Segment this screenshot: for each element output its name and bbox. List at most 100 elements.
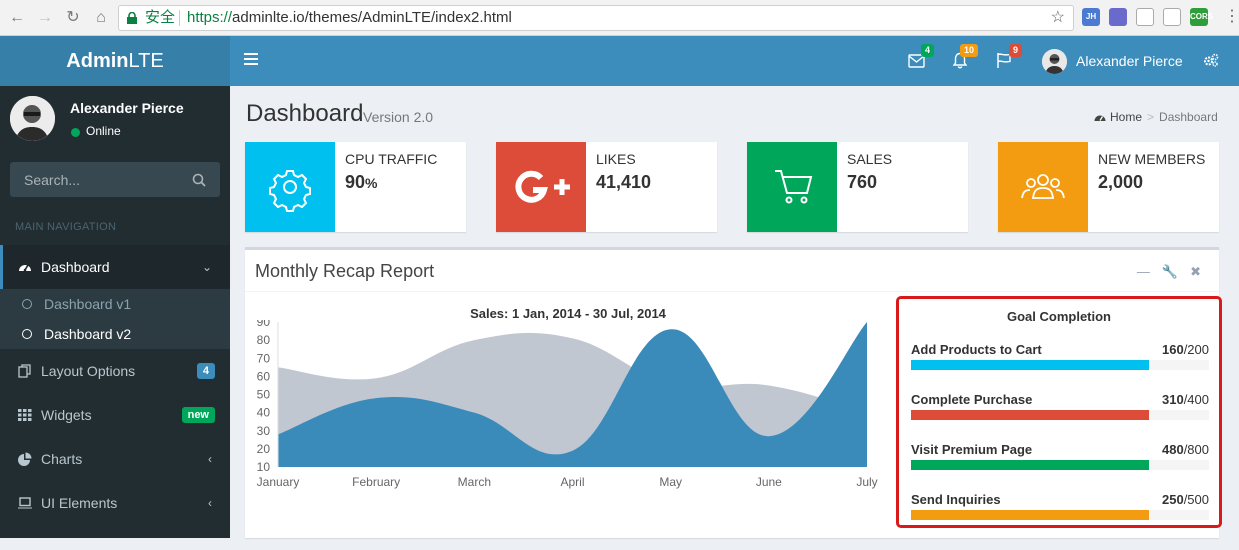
sidebar-item-widgets[interactable]: Widgets new bbox=[0, 393, 230, 437]
sidebar-item-charts[interactable]: Charts ‹ bbox=[0, 437, 230, 481]
info-box-label: CPU TRAFFIC bbox=[345, 151, 438, 167]
sidebar-item-ui-elements[interactable]: UI Elements ‹ bbox=[0, 481, 230, 525]
sidebar-toggle-icon[interactable] bbox=[244, 53, 258, 65]
progress-track bbox=[911, 460, 1209, 470]
browser-menu-icon[interactable]: ⋮ bbox=[1224, 8, 1239, 26]
progress-number: 310/400 bbox=[1161, 392, 1209, 407]
chart-title: Sales: 1 Jan, 2014 - 30 Jul, 2014 bbox=[470, 306, 666, 321]
react-devtools-icon[interactable] bbox=[1136, 8, 1154, 26]
tasks-button[interactable]: 9 bbox=[996, 44, 1022, 70]
sidebar-item-layout-options[interactable]: Layout Options 4 bbox=[0, 349, 230, 393]
x-tick-label: April bbox=[560, 475, 584, 489]
y-tick-label: 40 bbox=[257, 406, 271, 420]
sidebar-search-input[interactable] bbox=[10, 162, 190, 197]
info-box-cpu-traffic: CPU TRAFFIC 90% bbox=[245, 142, 466, 232]
y-tick-label: 80 bbox=[257, 333, 271, 347]
qr-code-icon[interactable] bbox=[1163, 8, 1181, 26]
chevron-left-icon: ‹ bbox=[208, 452, 212, 466]
progress-label: Add Products to Cart bbox=[911, 342, 1042, 357]
close-icon[interactable]: ✖ bbox=[1190, 264, 1201, 279]
layout-options-badge: 4 bbox=[196, 363, 215, 379]
messages-button[interactable]: 4 bbox=[908, 44, 934, 70]
info-box-label: LIKES bbox=[596, 151, 636, 167]
progress-track bbox=[911, 410, 1209, 420]
main-sidebar: Alexander Pierce Online MAIN NAVIGATION … bbox=[0, 86, 230, 538]
widgets-badge: new bbox=[181, 407, 215, 423]
sidebar-avatar bbox=[10, 96, 55, 141]
info-box-new-members: NEW MEMBERS 2,000 bbox=[998, 142, 1219, 232]
google-plus-icon bbox=[496, 142, 586, 232]
collapse-icon[interactable]: — bbox=[1137, 264, 1150, 279]
sidebar-search bbox=[10, 162, 220, 197]
address-bar[interactable]: 安全 https://adminlte.io/themes/AdminLTE/i… bbox=[118, 5, 1074, 31]
chevron-left-icon: ‹ bbox=[208, 496, 212, 510]
wrench-icon[interactable]: 🔧 bbox=[1162, 264, 1178, 279]
gear-icon bbox=[245, 142, 335, 232]
breadcrumb-home-link[interactable]: Home bbox=[1110, 110, 1142, 124]
y-tick-label: 70 bbox=[257, 351, 271, 365]
search-icon[interactable] bbox=[192, 173, 206, 187]
box-tools: — 🔧 ✖ bbox=[1125, 264, 1201, 280]
x-tick-label: February bbox=[352, 475, 400, 489]
y-tick-label: 20 bbox=[257, 442, 271, 456]
info-box-value: 2,000 bbox=[1098, 172, 1144, 192]
sales-area-chart: 10 20 30 40 50 60 70 80 90 January February March Ap… bbox=[257, 320, 878, 489]
monthly-recap-box: Monthly Recap Report — 🔧 ✖ Sales: 1 Jan, 2… bbox=[245, 247, 1222, 538]
reload-icon[interactable]: ↻ bbox=[62, 7, 84, 29]
dashboard-icon bbox=[1094, 115, 1106, 121]
progress-bar bbox=[911, 410, 1150, 420]
y-tick-label: 10 bbox=[257, 460, 271, 474]
forward-arrow-icon[interactable]: → bbox=[34, 7, 56, 29]
online-status-icon bbox=[71, 128, 80, 137]
info-box-sales: SALES 760 bbox=[747, 142, 968, 232]
sidebar-item-dashboard-v1[interactable]: Dashboard v1 bbox=[0, 289, 230, 319]
user-panel: Alexander Pierce Online bbox=[0, 86, 230, 156]
info-box-label: SALES bbox=[847, 151, 893, 167]
chevron-down-icon: ⌄ bbox=[201, 260, 212, 274]
progress-number: 250/500 bbox=[1161, 492, 1209, 507]
progress-bar bbox=[911, 360, 1150, 370]
shopping-cart-icon bbox=[747, 142, 837, 232]
progress-track bbox=[911, 360, 1209, 370]
goal-completion-title: Goal Completion bbox=[1007, 309, 1111, 324]
extension-icon-2[interactable] bbox=[1109, 8, 1127, 26]
back-arrow-icon[interactable]: ← bbox=[6, 7, 28, 29]
progress-bar bbox=[911, 460, 1150, 470]
breadcrumb-current: Dashboard bbox=[1159, 110, 1218, 124]
sidebar-item-label: Dashboard bbox=[41, 259, 110, 275]
header-user-name[interactable]: Alexander Pierce bbox=[1076, 53, 1183, 69]
progress-bar bbox=[911, 510, 1150, 520]
home-icon[interactable]: ⌂ bbox=[90, 7, 112, 29]
circle-icon bbox=[22, 299, 32, 309]
files-icon bbox=[18, 364, 31, 378]
sidebar-item-dashboard-v2[interactable]: Dashboard v2 bbox=[0, 319, 230, 349]
secure-label: 安全 bbox=[145, 9, 176, 26]
jh-extension-icon[interactable]: JH bbox=[1082, 8, 1100, 26]
tasks-badge: 9 bbox=[1008, 44, 1022, 57]
sidebar-item-dashboard[interactable]: Dashboard ⌄ bbox=[0, 245, 230, 289]
y-tick-label: 50 bbox=[257, 388, 271, 402]
gears-icon bbox=[1204, 53, 1219, 67]
messages-badge: 4 bbox=[920, 44, 934, 57]
browser-chrome: ← → ↻ ⌂ 安全 https://adminlte.io/themes/Ad… bbox=[0, 0, 1239, 36]
notifications-badge: 10 bbox=[959, 44, 978, 57]
control-sidebar-button[interactable] bbox=[1203, 53, 1219, 70]
progress-label: Visit Premium Page bbox=[911, 442, 1033, 457]
x-tick-label: June bbox=[756, 475, 782, 489]
notifications-button[interactable]: 10 bbox=[952, 44, 978, 70]
info-box-value: 90% bbox=[345, 172, 378, 192]
y-tick-label: 60 bbox=[257, 369, 271, 383]
info-box-label: NEW MEMBERS bbox=[1098, 151, 1206, 167]
dashboard-submenu: Dashboard v1 Dashboard v2 bbox=[0, 289, 230, 349]
user-avatar[interactable] bbox=[1042, 49, 1067, 74]
bookmark-star-icon[interactable]: ☆ bbox=[1051, 6, 1065, 30]
y-tick-label: 30 bbox=[257, 424, 271, 438]
box-title: Monthly Recap Report bbox=[255, 261, 435, 281]
lock-icon bbox=[127, 12, 137, 24]
url-text: https://adminlte.io/themes/AdminLTE/inde… bbox=[187, 9, 512, 26]
top-navbar: 4 10 9 Alexander Pierce bbox=[230, 36, 1239, 86]
app-logo[interactable]: AdminLTE bbox=[0, 36, 230, 86]
info-box-value: 41,410 bbox=[596, 172, 652, 192]
cors-extension-icon[interactable]: CORS bbox=[1190, 8, 1213, 26]
progress-number: 160/200 bbox=[1161, 342, 1209, 357]
